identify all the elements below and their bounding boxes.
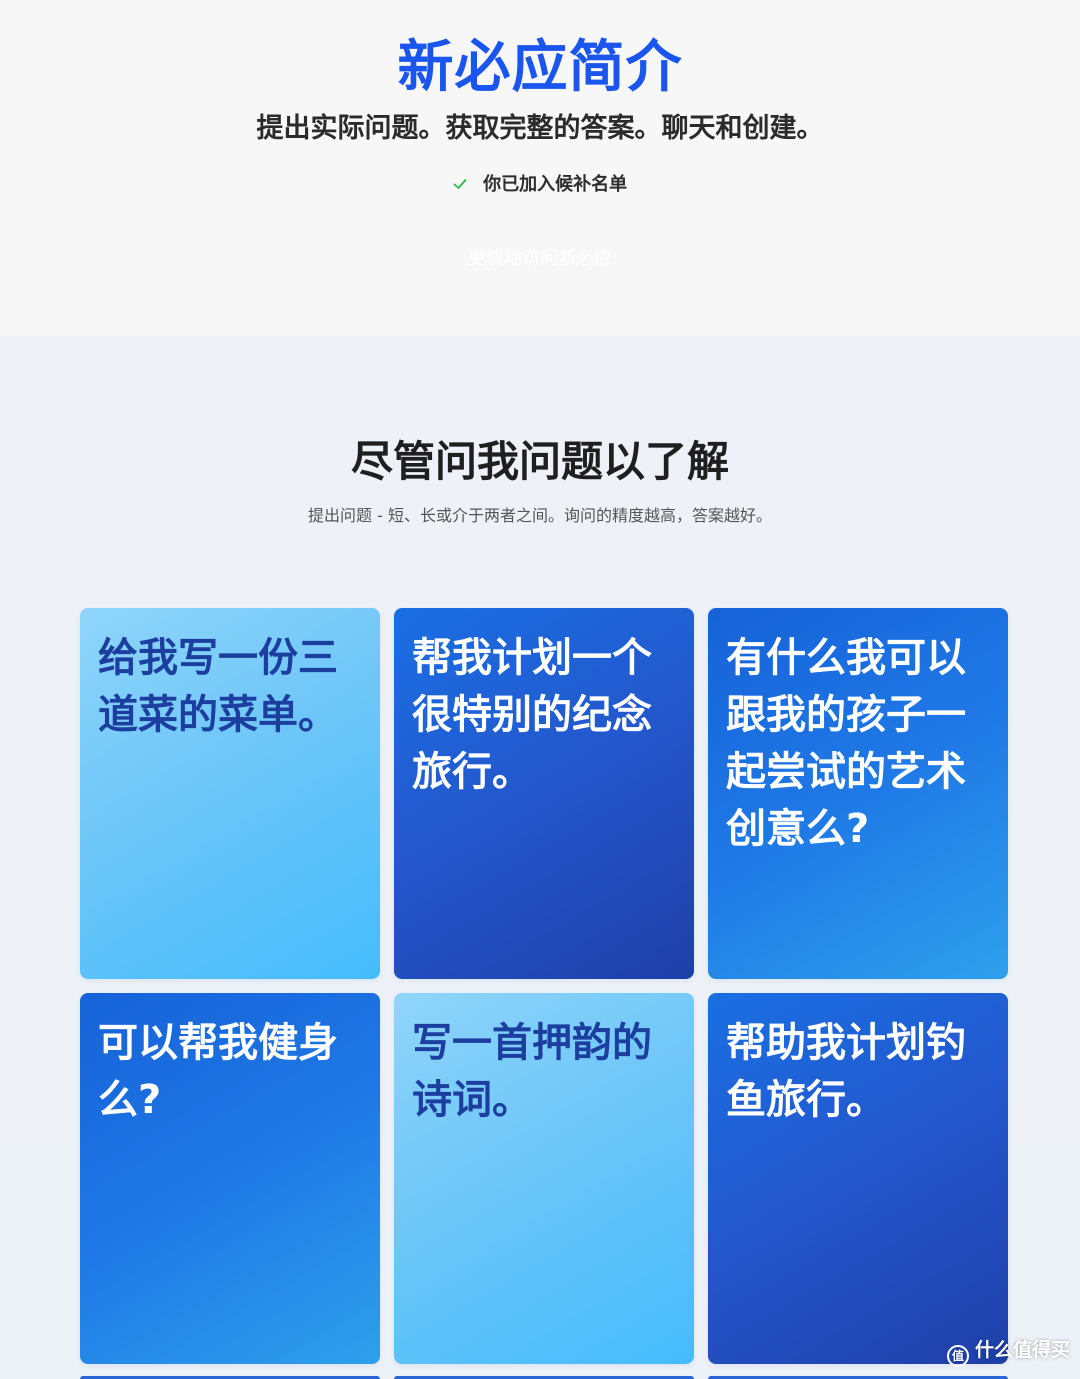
prompt-card[interactable]: 帮助我计划钓鱼旅行。 bbox=[708, 993, 1008, 1364]
hero-subtitle: 提出实际问题。获取完整的答案。聊天和创建。 bbox=[256, 113, 824, 144]
prompt-card-text: 写一首押韵的诗词。 bbox=[412, 1020, 652, 1123]
site-watermark: 值什么值得买 bbox=[946, 1335, 1070, 1367]
prompt-card-text: 有什么我可以跟我的孩子一起尝试的艺术创意么? bbox=[726, 635, 966, 852]
prompt-card[interactable]: 给我写一份三道菜的菜单。 bbox=[80, 608, 380, 979]
prompt-card[interactable]: 有什么我可以跟我的孩子一起尝试的艺术创意么? bbox=[708, 608, 1008, 979]
hero-section: 新必应简介 提出实际问题。获取完整的答案。聊天和创建。 你已加入候补名单 更快地… bbox=[0, 0, 1080, 336]
waitlist-label: 你已加入候补名单 bbox=[483, 174, 628, 195]
check-icon bbox=[453, 179, 467, 189]
waitlist-status: 你已加入候补名单 bbox=[0, 170, 1080, 196]
prompt-card-text: 可以帮我健身么? bbox=[98, 1020, 338, 1123]
hero-title: 新必应简介 bbox=[397, 35, 683, 100]
watermark-logo-icon: 值 bbox=[946, 1345, 969, 1367]
watermark-text: 什么值得买 bbox=[974, 1339, 1070, 1361]
prompt-card[interactable]: 帮我计划一个很特别的纪念旅行。 bbox=[394, 608, 694, 979]
faster-access-link[interactable]: 更快地访问新必应 bbox=[0, 244, 1080, 270]
prompt-card[interactable]: 可以帮我健身么? bbox=[80, 993, 380, 1364]
prompt-card[interactable]: 写一首押韵的诗词。 bbox=[394, 993, 694, 1364]
prompt-card-text: 帮助我计划钓鱼旅行。 bbox=[726, 1020, 966, 1123]
prompt-card-text: 给我写一份三道菜的菜单。 bbox=[98, 635, 338, 738]
prompt-card-text: 帮我计划一个很特别的纪念旅行。 bbox=[412, 635, 652, 795]
section-description: 提出问题 - 短、长或介于两者之间。询问的精度越高，答案越好。 bbox=[308, 506, 772, 525]
section-title: 尽管问我问题以了解 bbox=[350, 437, 729, 486]
ask-section: 尽管问我问题以了解 提出问题 - 短、长或介于两者之间。询问的精度越高，答案越好… bbox=[0, 336, 1080, 1379]
